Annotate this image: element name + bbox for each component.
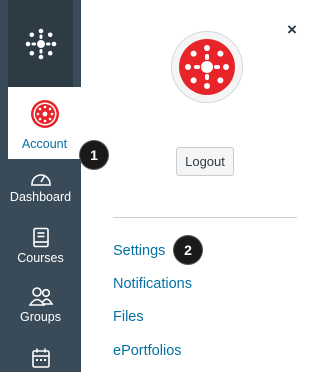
close-icon[interactable]: × — [287, 20, 297, 40]
tray-divider — [113, 217, 297, 218]
profile-avatar-logo-icon — [179, 39, 235, 95]
nav-item-groups[interactable]: Groups — [8, 286, 73, 324]
nav-item-calendar[interactable] — [8, 347, 73, 369]
tray-link-eportfolios[interactable]: ePortfolios — [113, 343, 182, 359]
nav-item-courses[interactable]: Courses — [8, 227, 73, 265]
account-avatar-icon — [31, 100, 59, 128]
groups-icon — [28, 287, 53, 306]
nav-dashboard-label: Dashboard — [9, 190, 72, 204]
tray-link-files[interactable]: Files — [113, 309, 144, 325]
global-nav: Account Dashboard Courses Groups — [0, 0, 81, 372]
canvas-logo-icon — [25, 28, 56, 59]
nav-item-account[interactable]: Account — [8, 87, 81, 159]
tray-link-notifications[interactable]: Notifications — [113, 276, 192, 292]
logout-button[interactable]: Logout — [176, 147, 234, 176]
nav-groups-label: Groups — [20, 310, 61, 324]
callout-badge-2: 2 — [174, 236, 202, 264]
profile-avatar — [171, 31, 243, 103]
nav-item-dashboard[interactable]: Dashboard — [8, 168, 73, 204]
tray-link-settings[interactable]: Settings — [113, 243, 165, 259]
nav-account-label: Account — [21, 137, 68, 151]
calendar-icon — [31, 348, 50, 368]
callout-badge-1: 1 — [80, 141, 108, 169]
dashboard-icon — [30, 174, 51, 186]
courses-icon — [32, 227, 49, 248]
canvas-logo[interactable] — [8, 0, 73, 87]
nav-courses-label: Courses — [17, 251, 64, 265]
